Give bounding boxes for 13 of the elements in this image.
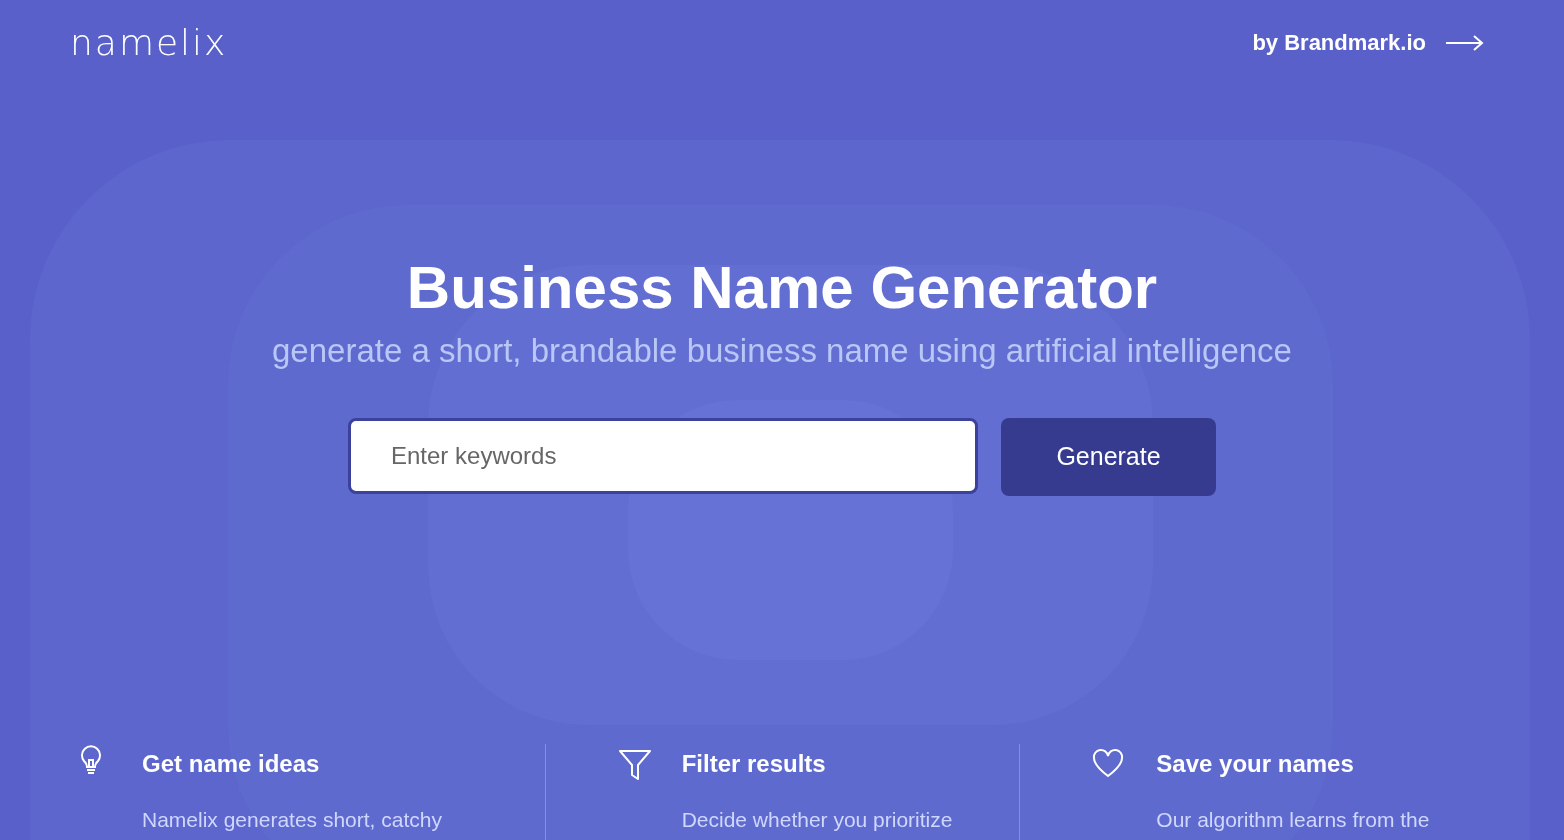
arrow-right-icon (1446, 34, 1484, 51)
generate-button[interactable]: Generate (1001, 417, 1216, 496)
feature-description: Our algorithm learns from the (1156, 807, 1430, 833)
keywords-field[interactable]: Enter keywords (348, 417, 978, 494)
brandmark-link[interactable]: by Brandmark.io (1252, 26, 1484, 59)
feature-description: Decide whether you prioritize (681, 807, 953, 833)
feature-title: Get name ideas (142, 749, 321, 779)
page-title: Business Name Generator (406, 253, 1158, 323)
feature-description: Namelix generates short, catchy (142, 807, 442, 833)
logo[interactable]: namelix (70, 16, 228, 70)
subtitle: generate a short, brandable business name using artificial intelligence (272, 331, 1292, 371)
feature-title: Filter results (681, 749, 827, 779)
feature-title: Save your names (1156, 749, 1355, 779)
